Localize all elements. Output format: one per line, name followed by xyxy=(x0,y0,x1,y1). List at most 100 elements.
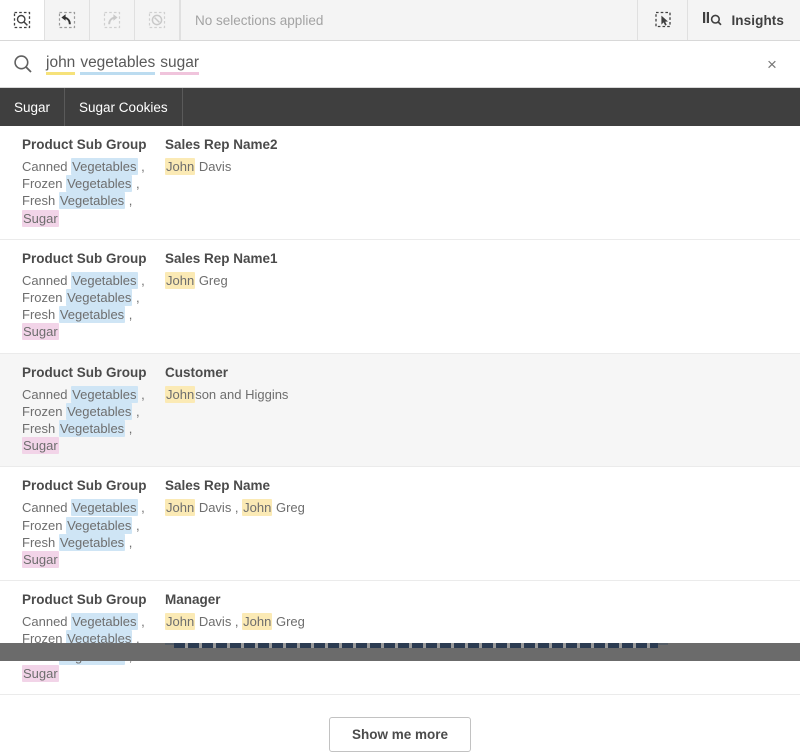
search-suggestion-chips-bar: SugarSugar Cookies xyxy=(0,88,800,126)
result-field-title: Sales Rep Name xyxy=(165,477,800,495)
show-me-more-button[interactable]: Show me more xyxy=(329,717,471,752)
result-value-line[interactable]: Frozen Vegetables , xyxy=(22,175,165,192)
result-value-line[interactable]: Frozen Vegetables , xyxy=(22,517,165,534)
result-value-line[interactable]: Fresh Vegetables , xyxy=(22,192,165,209)
search-term-2: sugar xyxy=(160,54,199,75)
result-value-line[interactable]: Canned Vegetables , xyxy=(22,158,165,175)
result-value-line[interactable]: John Davis xyxy=(165,158,800,175)
value-text: Fresh xyxy=(22,421,59,436)
result-field-values: John Davis , John Greg xyxy=(165,613,800,630)
result-value-line[interactable]: Canned Vegetables , xyxy=(22,499,165,516)
highlighted-term: John xyxy=(242,613,272,630)
search-bar[interactable]: johnvegetablessugar × xyxy=(0,41,800,88)
result-field-title: Product Sub Group xyxy=(22,364,165,382)
highlighted-term: Vegetables xyxy=(66,403,132,420)
value-text: Canned xyxy=(22,159,71,174)
value-text: Frozen xyxy=(22,518,66,533)
highlighted-term: Vegetables xyxy=(71,499,137,516)
highlighted-term: John xyxy=(165,386,195,403)
highlighted-term: John xyxy=(165,158,195,175)
insights-button[interactable]: Insights xyxy=(687,0,800,40)
value-text: Fresh xyxy=(22,193,59,208)
value-text: , xyxy=(132,518,139,533)
highlighted-term: Vegetables xyxy=(71,613,137,630)
highlighted-term: Sugar xyxy=(22,665,59,682)
value-text: , xyxy=(132,176,139,191)
result-value-line[interactable]: Frozen Vegetables , xyxy=(22,403,165,420)
result-column-left: Product Sub GroupCanned Vegetables ,Froz… xyxy=(0,477,165,568)
result-column-right: Customer Johnson and Higgins xyxy=(165,364,800,455)
result-value-line[interactable]: Canned Vegetables , xyxy=(22,272,165,289)
highlighted-term: John xyxy=(165,499,195,516)
value-text: , xyxy=(138,159,145,174)
result-value-line[interactable]: John Davis , John Greg xyxy=(165,613,800,630)
search-result-row[interactable]: Product Sub Group Canned Vegetables ,Froz… xyxy=(0,354,800,468)
result-value-line[interactable]: Sugar xyxy=(22,210,165,227)
strip-right-nub xyxy=(658,643,668,645)
highlighted-term: Vegetables xyxy=(66,517,132,534)
highlighted-term: Vegetables xyxy=(66,175,132,192)
value-text: Frozen xyxy=(22,290,66,305)
result-value-line[interactable]: Sugar xyxy=(22,437,165,454)
strip-left-nub xyxy=(165,643,174,645)
search-result-row[interactable]: Product Sub GroupCanned Vegetables ,Froz… xyxy=(0,126,800,240)
result-value-line[interactable]: Fresh Vegetables , xyxy=(22,534,165,551)
result-value-line[interactable]: Canned Vegetables , xyxy=(22,386,165,403)
clear-search-button[interactable]: × xyxy=(744,56,800,73)
result-value-line[interactable]: Fresh Vegetables , xyxy=(22,306,165,323)
step-back-button[interactable] xyxy=(45,0,90,40)
result-column-right: Sales Rep Name John Davis , John Greg xyxy=(165,477,800,568)
value-text: Canned xyxy=(22,500,71,515)
chips-bar-spacer xyxy=(183,88,800,126)
bottom-cutoff-strip xyxy=(0,643,800,661)
result-value-line[interactable]: Sugar xyxy=(22,551,165,568)
insights-bars-icon xyxy=(702,9,724,32)
result-value-line[interactable]: Fresh Vegetables , xyxy=(22,420,165,437)
result-field-title: Customer xyxy=(165,364,800,382)
result-value-line[interactable]: Sugar xyxy=(22,323,165,340)
highlighted-term: Sugar xyxy=(22,551,59,568)
search-result-row[interactable]: Product Sub GroupCanned Vegetables ,Froz… xyxy=(0,581,800,695)
result-column-right: Sales Rep Name2John Davis xyxy=(165,136,800,227)
result-value-line[interactable]: John Davis , John Greg xyxy=(165,499,800,516)
highlighted-term: Vegetables xyxy=(71,272,137,289)
search-input[interactable]: johnvegetablessugar xyxy=(46,54,744,75)
value-text: Fresh xyxy=(22,307,59,322)
highlighted-term: Sugar xyxy=(22,210,59,227)
value-text: Frozen xyxy=(22,176,66,191)
search-result-row[interactable]: Product Sub Group Canned Vegetables ,Froz… xyxy=(0,240,800,354)
value-text: Greg xyxy=(195,273,228,288)
highlighted-term: Vegetables xyxy=(66,289,132,306)
selection-tool-button[interactable] xyxy=(637,0,687,40)
highlighted-term: Sugar xyxy=(22,323,59,340)
result-value-line[interactable]: John Greg xyxy=(165,272,800,289)
result-field-values: John Davis , John Greg xyxy=(165,499,800,516)
show-more-container: Show me more xyxy=(0,695,800,752)
value-text: Frozen xyxy=(22,404,66,419)
value-text: son and Higgins xyxy=(195,387,288,402)
result-value-line[interactable]: Johnson and Higgins xyxy=(165,386,800,403)
result-value-line[interactable]: Frozen Vegetables , xyxy=(22,289,165,306)
search-icon xyxy=(0,53,46,75)
search-results-list: Product Sub GroupCanned Vegetables ,Froz… xyxy=(0,126,800,695)
result-value-line[interactable]: Sugar xyxy=(22,665,165,682)
value-text: Canned xyxy=(22,273,71,288)
result-field-title: Product Sub Group xyxy=(22,136,165,154)
result-field-title: Sales Rep Name1 xyxy=(165,250,800,268)
step-forward-arrow-icon xyxy=(102,10,122,30)
chip-0[interactable]: Sugar xyxy=(0,88,65,126)
selections-search-button[interactable] xyxy=(0,0,45,40)
value-text: Canned xyxy=(22,614,71,629)
value-text: , xyxy=(138,500,145,515)
result-field-title: Product Sub Group xyxy=(22,250,165,268)
value-text: Greg xyxy=(272,500,305,515)
result-field-values: Johnson and Higgins xyxy=(165,386,800,403)
result-field-title: Manager xyxy=(165,591,800,609)
search-result-row[interactable]: Product Sub GroupCanned Vegetables ,Froz… xyxy=(0,467,800,581)
value-text: , xyxy=(132,404,139,419)
highlighted-term: Vegetables xyxy=(71,386,137,403)
chip-1[interactable]: Sugar Cookies xyxy=(65,88,183,126)
result-value-line[interactable]: Canned Vegetables , xyxy=(22,613,165,630)
selection-search-icon xyxy=(12,10,32,30)
result-field-values: Canned Vegetables ,Frozen Vegetables ,Fr… xyxy=(22,499,165,568)
